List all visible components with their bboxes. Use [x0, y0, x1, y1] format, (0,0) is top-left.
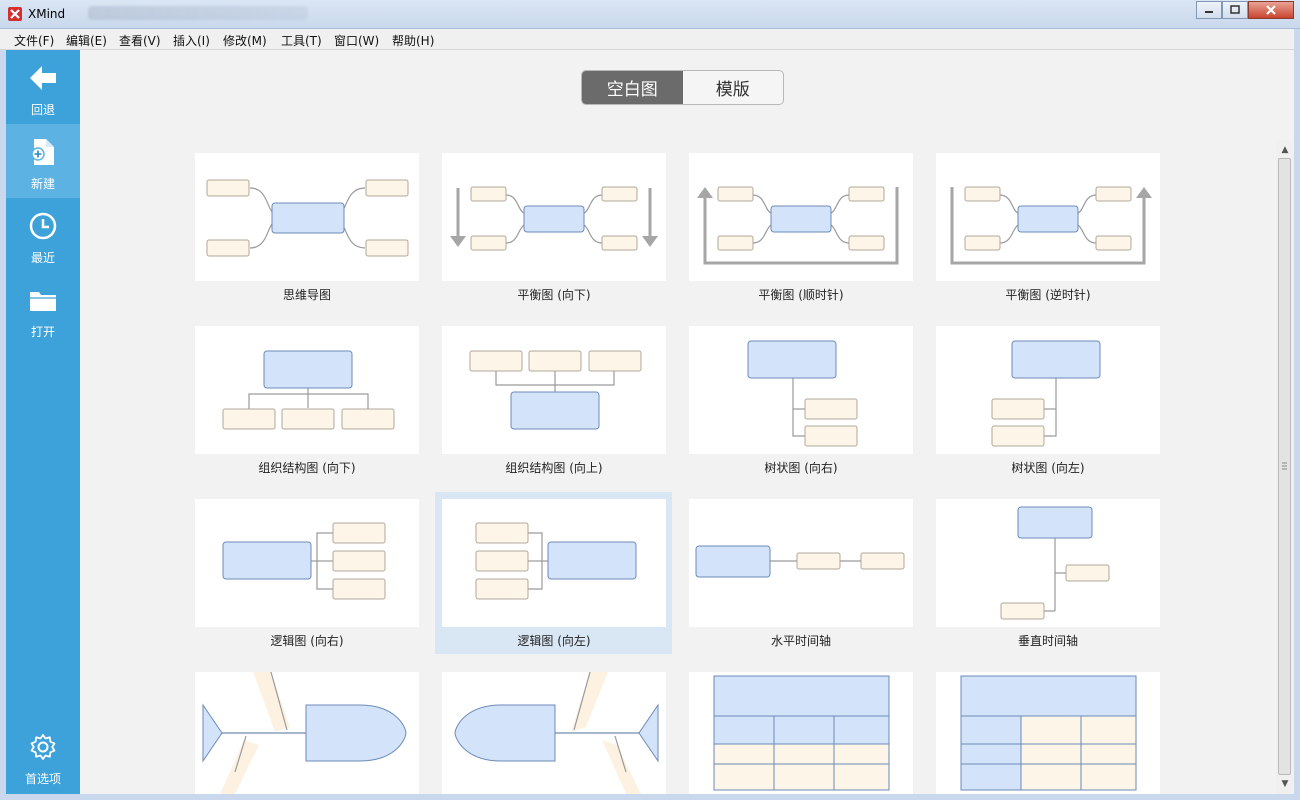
sidebar-label-open: 打开	[30, 325, 55, 339]
logic-right-preview	[222, 522, 386, 600]
close-button[interactable]	[1248, 1, 1294, 19]
template-gallery: 空白图 模版 思维导图 平衡图 (向下) 平衡图 (顺时针) 平衡图 (逆时针)…	[80, 50, 1294, 794]
tab-templates[interactable]: 模版	[683, 71, 784, 104]
matrix-column-preview	[713, 675, 890, 791]
scroll-down-icon[interactable]: ▼	[1276, 776, 1294, 792]
tree-left-preview	[991, 340, 1101, 447]
template-card-fishbone-right[interactable]	[195, 671, 419, 794]
template-card-timeline-vertical[interactable]	[936, 499, 1160, 627]
tree-right-preview	[747, 340, 858, 447]
org-chart-down-preview	[222, 350, 395, 430]
template-label-mind-map: 思维导图	[282, 288, 331, 302]
menu-insert[interactable]: 插入(I)	[173, 32, 210, 49]
template-card-balance-clockwise[interactable]	[689, 153, 913, 281]
tab-blank-map[interactable]: 空白图	[582, 71, 683, 104]
template-card-matrix-row[interactable]	[936, 672, 1160, 794]
back-arrow-icon	[30, 66, 56, 90]
mind-map-preview	[206, 179, 409, 257]
template-label-logic-right: 逻辑图 (向右)	[270, 634, 344, 648]
sidebar-item-new[interactable]: 新建	[6, 124, 80, 198]
vertical-scrollbar[interactable]: ▲ ▼	[1276, 140, 1294, 794]
sidebar-label-back: 回退	[30, 103, 55, 117]
matrix-row-preview	[960, 675, 1137, 791]
sidebar-label-preferences: 首选项	[24, 772, 61, 786]
template-card-fishbone-left[interactable]	[442, 671, 666, 794]
timeline-vertical-preview	[1000, 506, 1110, 620]
balance-anticlockwise-preview	[950, 186, 1152, 265]
template-card-logic-left[interactable]	[442, 499, 666, 627]
scroll-thumb[interactable]	[1278, 158, 1291, 775]
menu-bar: 文件(F) 编辑(E) 查看(V) 插入(I) 修改(M) 工具(T) 窗口(W…	[0, 29, 1300, 50]
template-tabs: 空白图 模版	[581, 70, 784, 105]
scroll-up-icon[interactable]: ▲	[1276, 142, 1294, 158]
logic-left-preview	[475, 522, 637, 600]
template-label-tree-right: 树状图 (向右)	[764, 461, 838, 475]
new-file-icon	[31, 139, 54, 165]
window-frame-bottom	[0, 794, 1300, 800]
menu-help[interactable]: 帮助(H)	[392, 32, 434, 49]
template-label-logic-left: 逻辑图 (向左)	[517, 634, 591, 648]
menu-view[interactable]: 查看(V)	[119, 32, 161, 49]
folder-icon	[30, 292, 56, 311]
template-card-mind-map[interactable]	[195, 153, 419, 281]
template-label-tree-left: 树状图 (向左)	[1011, 461, 1085, 475]
template-label-timeline-vertical: 垂直时间轴	[1017, 634, 1078, 648]
template-card-tree-left[interactable]	[936, 326, 1160, 454]
menu-file[interactable]: 文件(F)	[14, 32, 54, 49]
template-card-org-chart-down[interactable]	[195, 326, 419, 454]
template-label-org-chart-down: 组织结构图 (向下)	[258, 461, 356, 475]
menu-window[interactable]: 窗口(W)	[334, 32, 379, 49]
template-card-logic-right[interactable]	[195, 499, 419, 627]
template-card-tree-right[interactable]	[689, 326, 913, 454]
sidebar-item-back[interactable]: 回退	[6, 50, 80, 124]
menu-edit[interactable]: 编辑(E)	[66, 32, 107, 49]
sidebar-label-new: 新建	[30, 177, 55, 191]
clock-icon	[29, 212, 57, 240]
balance-clockwise-preview	[697, 186, 899, 265]
fishbone-left-preview	[454, 671, 659, 794]
maximize-button[interactable]	[1222, 1, 1248, 19]
close-icon	[1266, 5, 1276, 15]
window-frame-right	[1294, 29, 1300, 800]
minimize-button[interactable]	[1196, 1, 1222, 19]
gear-icon	[30, 734, 56, 760]
fishbone-right-preview	[202, 671, 407, 794]
maximize-icon	[1230, 5, 1240, 14]
template-card-timeline-horizontal[interactable]	[689, 499, 913, 627]
balance-down-preview	[450, 186, 658, 251]
sidebar-item-preferences[interactable]: 首选项	[6, 720, 80, 794]
timeline-horizontal-preview	[695, 545, 905, 578]
xmind-logo-icon	[8, 7, 22, 21]
org-chart-up-preview	[469, 350, 642, 430]
blurred-title-tabs	[88, 6, 308, 20]
menu-tools[interactable]: 工具(T)	[281, 32, 322, 49]
template-label-org-chart-up: 组织结构图 (向上)	[505, 461, 603, 475]
template-label-timeline-horizontal: 水平时间轴	[770, 634, 831, 648]
sidebar-item-recent[interactable]: 最近	[6, 198, 80, 272]
window-title: XMind	[28, 7, 66, 21]
grip-icon	[1282, 462, 1287, 470]
sidebar-label-recent: 最近	[30, 251, 55, 265]
template-label-balance-clockwise: 平衡图 (顺时针)	[758, 288, 844, 302]
template-card-balance-anticlockwise[interactable]	[936, 153, 1160, 281]
template-card-matrix-column[interactable]	[689, 672, 913, 794]
sidebar-item-open[interactable]: 打开	[6, 272, 80, 346]
template-label-balance-anticlockwise: 平衡图 (逆时针)	[1005, 288, 1091, 302]
menu-modify[interactable]: 修改(M)	[223, 32, 267, 49]
template-card-balance-down[interactable]	[442, 153, 666, 281]
template-card-org-chart-up[interactable]	[442, 326, 666, 454]
minimize-icon	[1205, 11, 1213, 13]
title-bar: XMind	[0, 0, 1300, 29]
sidebar: 回退 新建 最近 打开 首选项	[6, 50, 80, 794]
template-label-balance-down: 平衡图 (向下)	[517, 288, 591, 302]
